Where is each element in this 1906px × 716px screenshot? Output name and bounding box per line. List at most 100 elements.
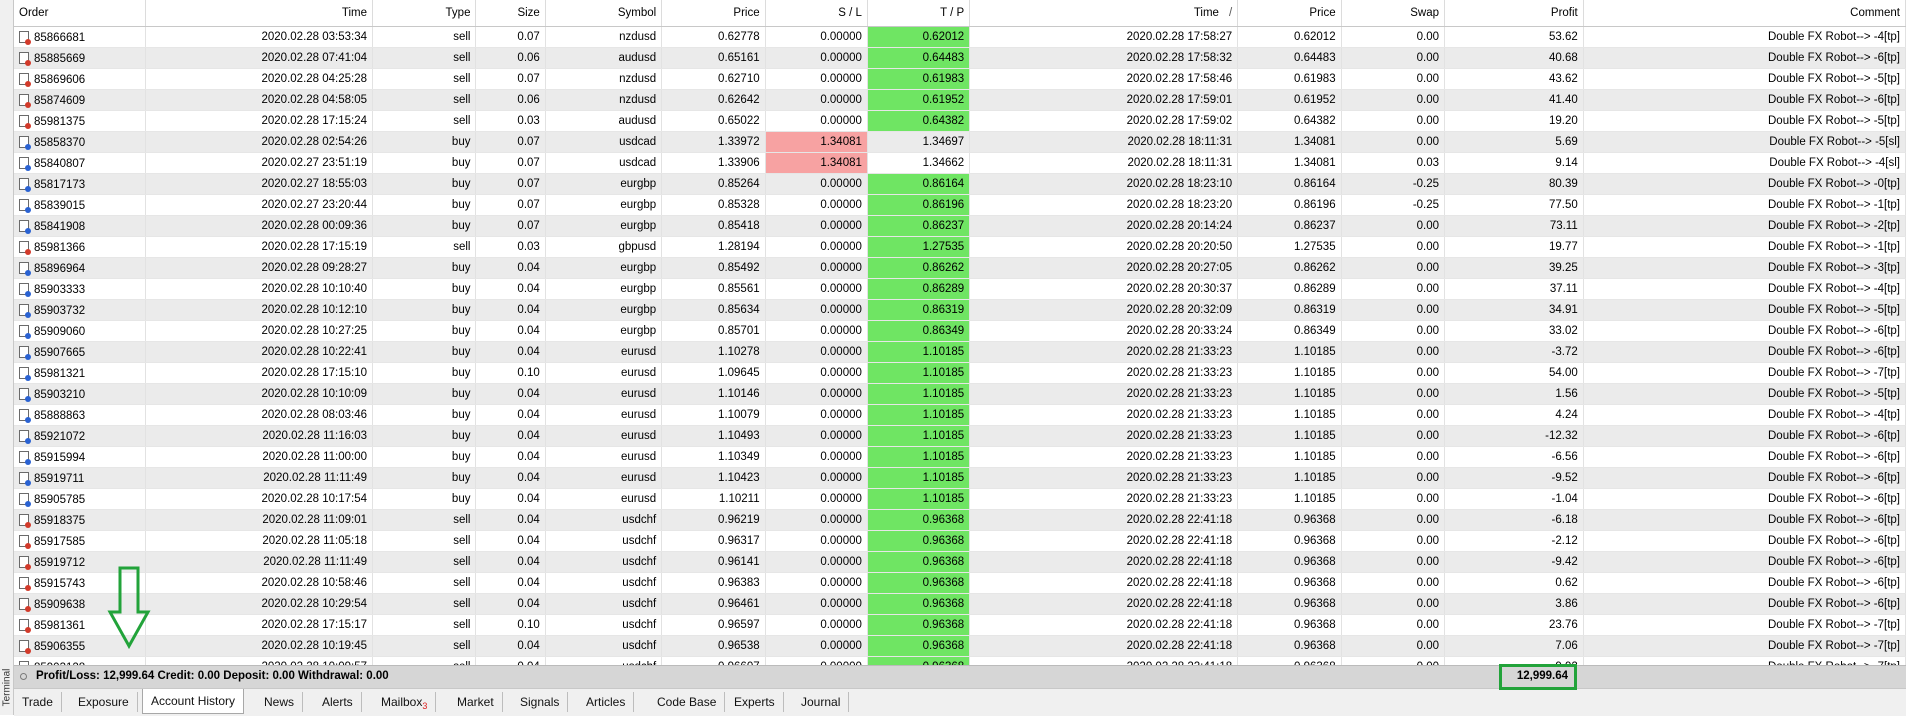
tab-experts[interactable]: Experts (726, 692, 784, 712)
cell-close-time: 2020.02.28 20:30:37 (969, 278, 1239, 300)
table-row[interactable]: 85888863 2020.02.28 08:03:46 buy 0.04 eurusd… (14, 404, 1906, 426)
cell-close-price: 1.34081 (1237, 131, 1342, 153)
cell-stop-loss: 0.00000 (765, 89, 868, 111)
cell-type: sell (372, 110, 477, 132)
column-header-open-price[interactable]: Price (661, 0, 766, 27)
column-header-type[interactable]: Type (372, 0, 477, 27)
table-row[interactable]: 85817173 2020.02.27 18:55:03 buy 0.07 eurgbp… (14, 173, 1906, 195)
cell-order: 85858370 (14, 131, 147, 153)
column-header-label: Order (19, 7, 49, 19)
table-row[interactable]: 859031282020.02.28 10:09:57sell0.04usdch… (14, 656, 1906, 665)
history-table: Order Time Type Size Symbol Price S / L T / P Ti… (14, 0, 1906, 665)
cell-open-price: 1.10278 (661, 341, 766, 363)
cell-take-profit: 0.96368 (867, 614, 971, 636)
tab-news[interactable]: News (256, 692, 304, 712)
tab-account-history[interactable]: Account History (142, 689, 245, 714)
table-row[interactable]: 85840807 2020.02.27 23:51:19 buy 0.07 usdcad… (14, 152, 1906, 174)
column-header-profit[interactable]: Profit (1444, 0, 1584, 27)
table-row[interactable]: 85981321 2020.02.28 17:15:10 buy 0.10 eurusd… (14, 362, 1906, 384)
table-row[interactable]: 85981375 2020.02.28 17:15:24 sell 0.03 audus… (14, 110, 1906, 132)
cell-type: sell (372, 614, 477, 636)
cell-size: 0.04 (475, 341, 546, 363)
tab-journal[interactable]: Journal (793, 692, 850, 712)
table-row[interactable]: 85917585 2020.02.28 11:05:18 sell 0.04 usdch… (14, 530, 1906, 552)
cell-type: sell (372, 68, 477, 90)
cell-close-price: 0.61952 (1237, 89, 1342, 111)
table-row[interactable]: 85866681 2020.02.28 03:53:34 sell 0.07 nzdus… (14, 26, 1906, 48)
cell-comment: Double FX Robot--> -6[tp] (1583, 47, 1906, 69)
table-row[interactable]: 85915743 2020.02.28 10:58:46 sell 0.04 usdch… (14, 572, 1906, 594)
sell-order-icon (19, 576, 31, 591)
table-row[interactable]: 85907665 2020.02.28 10:22:41 buy 0.04 eurusd… (14, 341, 1906, 363)
tab-exposure[interactable]: Exposure (70, 692, 138, 712)
cell-order: 85909060 (14, 320, 147, 342)
table-row[interactable]: 85839015 2020.02.27 23:20:44 buy 0.07 eurgbp… (14, 194, 1906, 216)
cell-open-price: 0.96219 (661, 509, 766, 531)
cell-swap: 0.00 (1341, 509, 1446, 531)
table-row[interactable]: 85903732 2020.02.28 10:12:10 buy 0.04 eurgbp… (14, 299, 1906, 321)
cell-symbol: usdchf (545, 614, 663, 636)
cell-symbol: eurusd (545, 446, 663, 468)
column-header-swap[interactable]: Swap (1341, 0, 1446, 27)
cell-close-price: 0.96368 (1237, 572, 1342, 594)
tab-mailbox[interactable]: Mailbox3 (373, 692, 437, 712)
cell-symbol: audusd (545, 110, 663, 132)
table-row[interactable]: 85918375 2020.02.28 11:09:01 sell 0.04 usdch… (14, 509, 1906, 531)
table-row[interactable]: 85903333 2020.02.28 10:10:40 buy 0.04 eurgbp… (14, 278, 1906, 300)
cell-type: buy (372, 215, 477, 237)
cell-order: 85869606 (14, 68, 147, 90)
column-header-symbol[interactable]: Symbol (545, 0, 663, 27)
cell-open-time: 2020.02.27 18:55:03 (145, 173, 374, 195)
table-row[interactable]: 85981361 2020.02.28 17:15:17 sell 0.10 usdch… (14, 614, 1906, 636)
column-header-open-time[interactable]: Time (145, 0, 374, 27)
table-row[interactable]: 85909060 2020.02.28 10:27:25 buy 0.04 eurgbp… (14, 320, 1906, 342)
column-header-order[interactable]: Order (14, 0, 147, 27)
cell-order: 85841908 (14, 215, 147, 237)
table-row[interactable]: 85903210 2020.02.28 10:10:09 buy 0.04 eurusd… (14, 383, 1906, 405)
cell-size: 0.04 (475, 446, 546, 468)
table-row[interactable]: 85905785 2020.02.28 10:17:54 buy 0.04 eurusd… (14, 488, 1906, 510)
cell-open-price: 0.85492 (661, 257, 766, 279)
table-row[interactable]: 85915994 2020.02.28 11:00:00 buy 0.04 eurusd… (14, 446, 1906, 468)
table-row[interactable]: 85869606 2020.02.28 04:25:28 sell 0.07 nzdus… (14, 68, 1906, 90)
table-row[interactable]: 85858370 2020.02.28 02:54:26 buy 0.07 usdcad… (14, 131, 1906, 153)
table-row[interactable]: 85921072 2020.02.28 11:16:03 buy 0.04 eurusd… (14, 425, 1906, 447)
cell-take-profit: 1.10185 (867, 425, 971, 447)
tab-market[interactable]: Market (449, 692, 503, 712)
column-header-comment[interactable]: Comment (1583, 0, 1906, 27)
cell-close-time: 2020.02.28 18:11:31 (969, 131, 1239, 153)
table-row[interactable]: 85885669 2020.02.28 07:41:04 sell 0.06 audus… (14, 47, 1906, 69)
table-row[interactable]: 85919711 2020.02.28 11:11:49 buy 0.04 eurusd… (14, 467, 1906, 489)
table-row[interactable]: 85981366 2020.02.28 17:15:19 sell 0.03 gbpus… (14, 236, 1906, 258)
cell-close-price: 1.10185 (1237, 467, 1342, 489)
table-row[interactable]: 85919712 2020.02.28 11:11:49 sell 0.04 usdch… (14, 551, 1906, 573)
column-header-take-profit[interactable]: T / P (867, 0, 971, 27)
table-row[interactable]: 85909638 2020.02.28 10:29:54 sell 0.04 usdch… (14, 593, 1906, 615)
cell-open-time: 2020.02.28 10:58:46 (145, 572, 374, 594)
cell-size: 0.04 (475, 404, 546, 426)
cell-swap: 0.00 (1341, 530, 1446, 552)
tab-alerts[interactable]: Alerts (314, 692, 362, 712)
cell-size: 0.10 (475, 362, 546, 384)
table-row[interactable]: 85896964 2020.02.28 09:28:27 buy 0.04 eurgbp… (14, 257, 1906, 279)
buy-order-icon (19, 156, 31, 171)
cell-symbol: eurusd (545, 362, 663, 384)
column-header-stop-loss[interactable]: S / L (765, 0, 868, 27)
cell-close-price: 0.86196 (1237, 194, 1342, 216)
cell-open-price: 0.96461 (661, 593, 766, 615)
cell-open-price: 1.10493 (661, 425, 766, 447)
tab-trade[interactable]: Trade (14, 692, 62, 712)
cell-close-time: 2020.02.28 20:20:50 (969, 236, 1239, 258)
sell-order-icon (19, 93, 31, 108)
column-header-close-time[interactable]: Time / (969, 0, 1239, 27)
table-row[interactable]: 85841908 2020.02.28 00:09:36 buy 0.07 eurgbp… (14, 215, 1906, 237)
tab-articles[interactable]: Articles (578, 692, 635, 712)
tab-signals[interactable]: Signals (512, 692, 569, 712)
cell-size: 0.06 (475, 47, 546, 69)
column-header-close-price[interactable]: Price (1237, 0, 1342, 27)
cell-open-time: 2020.02.28 03:53:34 (145, 26, 374, 48)
table-row[interactable]: 85874609 2020.02.28 04:58:05 sell 0.06 nzdus… (14, 89, 1906, 111)
column-header-size[interactable]: Size (475, 0, 546, 27)
table-row[interactable]: 85906355 2020.02.28 10:19:45 sell 0.04 usdch… (14, 635, 1906, 657)
tab-code-base[interactable]: Code Base (649, 692, 726, 712)
